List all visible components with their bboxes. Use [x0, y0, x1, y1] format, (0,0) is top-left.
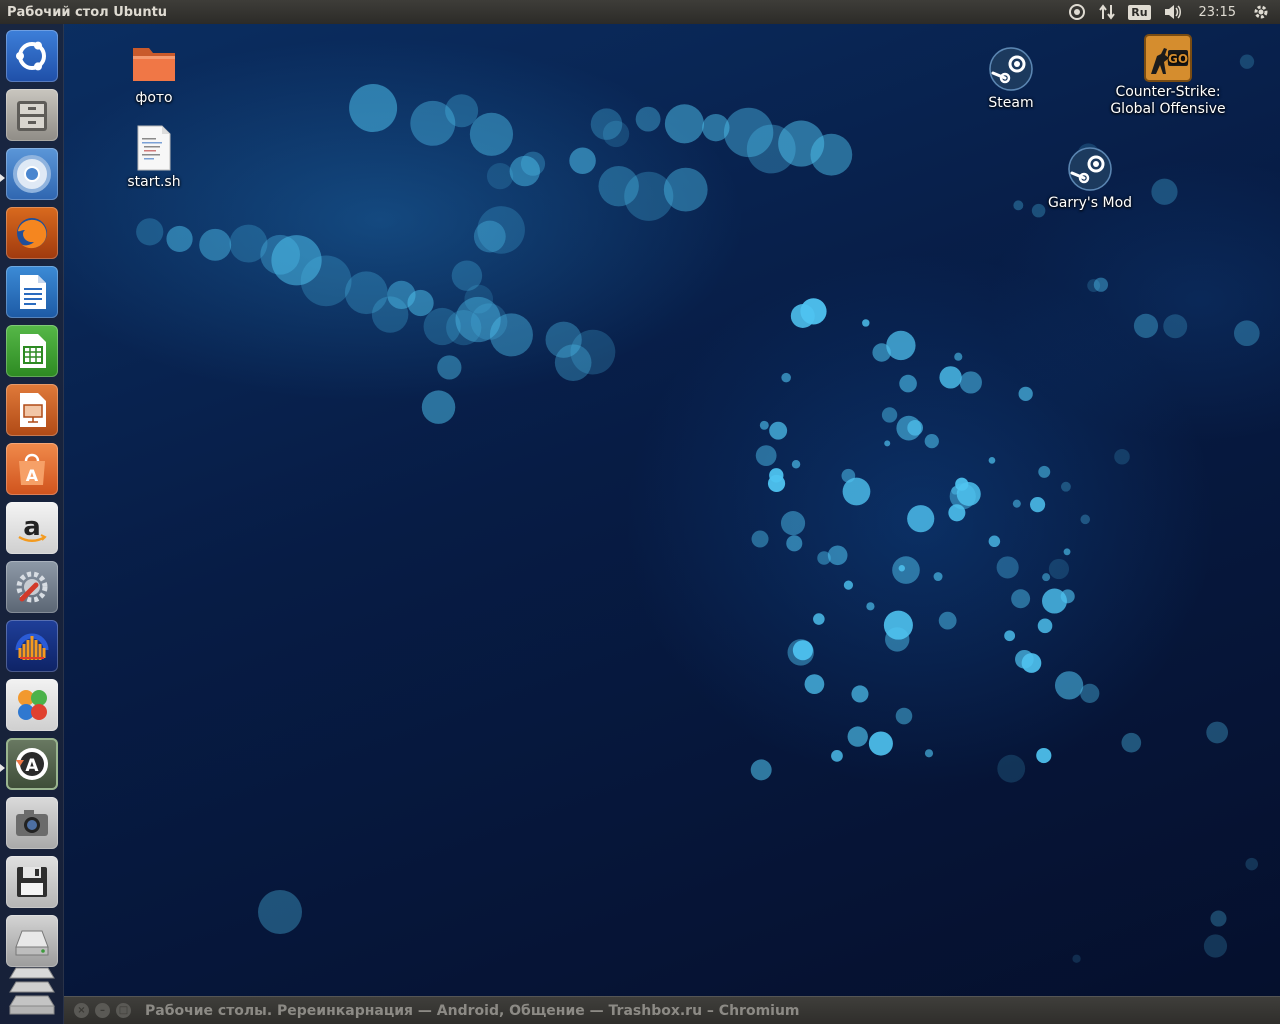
- launcher-item-firefox[interactable]: [6, 207, 58, 259]
- desktop-icon-label: фото: [135, 90, 173, 106]
- desktop-icon-label: Garry's Mod: [1047, 195, 1133, 211]
- keyboard-layout-indicator[interactable]: Ru: [1122, 0, 1156, 24]
- csgo-icon: GO: [1144, 34, 1192, 82]
- launcher-item-system-settings[interactable]: [6, 561, 58, 613]
- amazon-icon: a: [18, 512, 47, 542]
- chromium-icon: [13, 155, 51, 193]
- keyboard-layout-label: Ru: [1128, 4, 1151, 20]
- desktop-icon-label: Counter-Strike: Global Offensive: [1110, 84, 1226, 117]
- launcher-item-audacity[interactable]: [6, 620, 58, 672]
- svg-text:A: A: [26, 466, 39, 485]
- file-cabinet-icon: [17, 101, 47, 131]
- launcher-item-screenshot[interactable]: [6, 797, 58, 849]
- gear-icon[interactable]: [1246, 0, 1280, 24]
- impress-icon: [20, 393, 46, 427]
- csgo-logo-text: GO: [1168, 52, 1188, 66]
- writer-icon: [20, 275, 46, 309]
- clover-icon: [18, 690, 47, 720]
- steam-icon: [989, 47, 1033, 91]
- launcher: A a A: [0, 24, 64, 1024]
- launcher-item-ubuntu-dash[interactable]: [6, 30, 58, 82]
- launcher-item-workspaces[interactable]: [6, 964, 58, 1020]
- volume-icon[interactable]: [1157, 0, 1189, 24]
- launcher-item-files[interactable]: [6, 89, 58, 141]
- floppy-icon: [17, 867, 47, 897]
- folder-icon: [133, 48, 175, 81]
- desktop-icon-label: start.sh: [127, 174, 181, 190]
- launcher-item-removable-drive[interactable]: [6, 915, 58, 967]
- workspaces-icon: [9, 967, 55, 1015]
- camera-icon: [16, 810, 48, 836]
- desktop-icon-foto[interactable]: фото: [118, 40, 190, 107]
- ubuntu-logo-icon: [16, 41, 46, 71]
- window-minimize-button[interactable]: –: [95, 1003, 110, 1018]
- firefox-icon: [17, 218, 47, 249]
- window-close-button[interactable]: ×: [74, 1003, 89, 1018]
- panel-title: Рабочий стол Ubuntu: [7, 4, 168, 20]
- launcher-item-libreoffice-writer[interactable]: [6, 266, 58, 318]
- launcher-item-playonlinux[interactable]: [6, 679, 58, 731]
- svg-text:a: a: [23, 512, 41, 542]
- running-indicator-software-updater: [0, 764, 5, 772]
- launcher-item-libreoffice-impress[interactable]: [6, 384, 58, 436]
- calc-icon: [20, 334, 46, 368]
- launcher-item-amazon[interactable]: a: [6, 502, 58, 554]
- launcher-item-software-center[interactable]: A: [6, 443, 58, 495]
- drive-icon: [15, 930, 49, 956]
- desktop-icon-start-sh[interactable]: start.sh: [118, 124, 190, 191]
- window-title-bar[interactable]: × – □ Рабочие столы. Ререинкарнация — An…: [64, 996, 1280, 1024]
- top-panel: Рабочий стол Ubuntu Ru 23:15: [0, 0, 1280, 24]
- audacity-icon: [15, 633, 49, 660]
- update-icon[interactable]: [1062, 0, 1092, 24]
- desktop-icon-steam[interactable]: Steam: [975, 45, 1047, 112]
- steam-icon: [1068, 147, 1112, 191]
- shopping-bag-icon: A: [19, 453, 45, 485]
- svg-text:A: A: [25, 756, 39, 776]
- script-file-icon: [137, 125, 171, 171]
- window-maximize-button[interactable]: □: [116, 1003, 131, 1018]
- desktop-icon-garrys-mod[interactable]: Garry's Mod: [1042, 145, 1138, 212]
- launcher-item-libreoffice-calc[interactable]: [6, 325, 58, 377]
- desktop-icon-label: Steam: [988, 95, 1034, 111]
- wrench-icon: [16, 571, 48, 603]
- window-title: Рабочие столы. Ререинкарнация — Android,…: [145, 1002, 800, 1019]
- clock[interactable]: 23:15: [1189, 5, 1246, 20]
- network-icon[interactable]: [1092, 0, 1122, 24]
- updater-icon: A: [16, 748, 48, 780]
- launcher-item-software-updater[interactable]: A: [6, 738, 58, 790]
- desktop-icon-counter-strike[interactable]: GO Counter-Strike: Global Offensive: [1106, 34, 1230, 118]
- launcher-item-chromium[interactable]: [6, 148, 58, 200]
- running-indicator-chromium: [0, 174, 5, 182]
- launcher-item-save-drive[interactable]: [6, 856, 58, 908]
